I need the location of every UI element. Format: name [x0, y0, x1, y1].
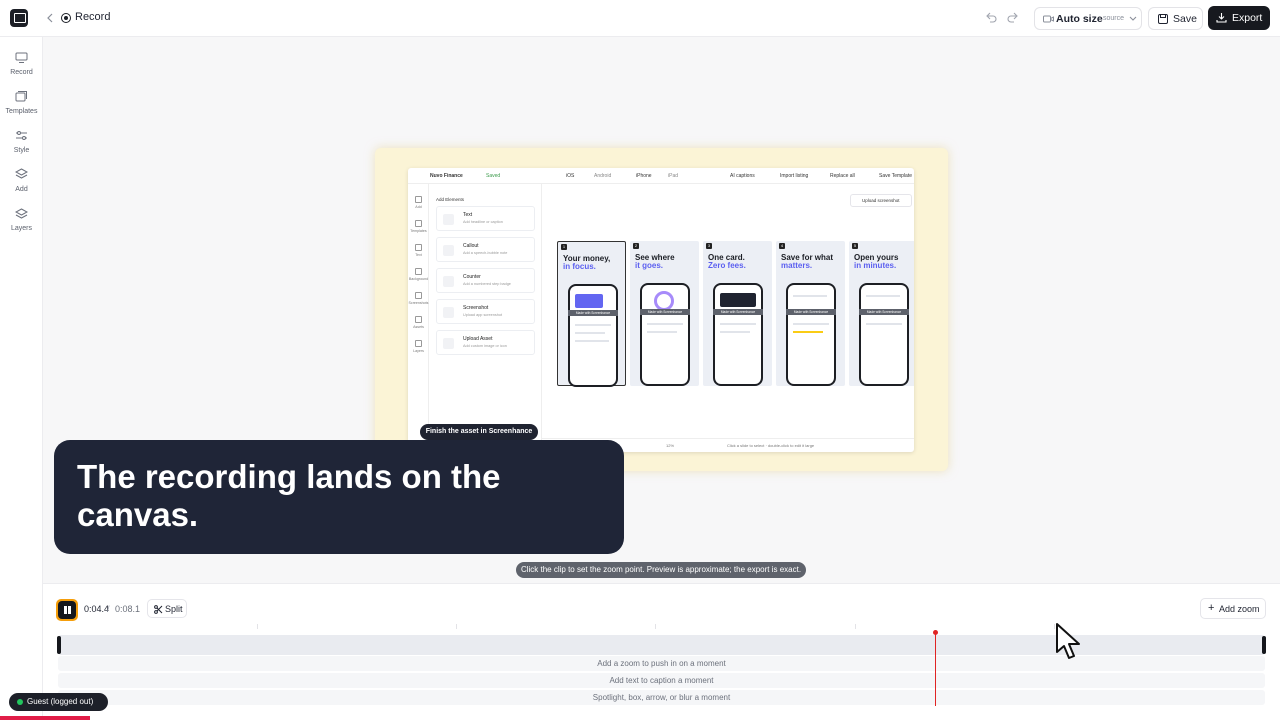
save-label: Save [1173, 13, 1197, 25]
preview-project-name: Nuvo Finance [430, 173, 463, 179]
time-separator: / [107, 604, 110, 614]
monitor-icon [15, 52, 28, 63]
preview-screenshot-card: 3 One card. Zero fees. Made with Screenha… [703, 241, 772, 386]
page-title: Record [75, 11, 111, 23]
preview-rail: Add Templates Text Background Screenshot… [408, 184, 429, 452]
total-time: 0:08.1 [115, 604, 141, 614]
rail-label: Add [15, 186, 28, 193]
rail-label: Templates [5, 108, 38, 115]
playhead-knob[interactable] [933, 630, 938, 635]
playhead[interactable] [935, 634, 936, 706]
top-bar: Record Auto size source Save Export [0, 0, 1280, 37]
templates-icon [15, 91, 27, 102]
zoom-hint-tooltip: Click the clip to set the zoom point. Pr… [516, 562, 806, 578]
preview-status: Saved [486, 173, 501, 179]
preview-element-card: Upload Asset Add custom image or icon [436, 330, 535, 355]
preview-rail-item: Add [408, 196, 429, 209]
current-time: 0:04.4 [84, 604, 110, 614]
preview-device: iPad [668, 173, 679, 179]
preview-platform: iOS [566, 173, 575, 179]
preview-panel-title: Add Elements [436, 197, 465, 202]
size-sub-label: source [1103, 15, 1125, 22]
video-camera-icon [1043, 15, 1054, 23]
caption-overlay: The recording lands on the canvas. [54, 440, 624, 554]
split-button[interactable]: Split [147, 599, 187, 618]
rail-label: Layers [10, 225, 32, 232]
preview-action: AI captions [730, 173, 755, 179]
annotation-lane[interactable]: Spotlight, box, arrow, or blur a moment [58, 690, 1265, 705]
preview-element-card: Counter Add a numbered step badge [436, 268, 535, 293]
preview-element-card: Screenshot Upload app screenshot [436, 299, 535, 324]
rail-label: Record [10, 69, 33, 76]
preview-action: Import listing [780, 173, 809, 179]
caption-text: The recording lands on the canvas. [77, 458, 501, 533]
preview-element-card: Callout Add a speech-bubble note [436, 237, 535, 262]
preview-action: Replace all [830, 173, 855, 179]
clip-start-handle[interactable] [57, 636, 61, 654]
preview-rail-item: Background [408, 268, 429, 281]
save-button[interactable]: Save [1148, 7, 1203, 30]
layers-plus-icon [15, 168, 28, 179]
timeline-panel: 0:04.4 / 0:08.1 Split + Add zoom Add a z… [43, 583, 1280, 720]
preview-device: iPhone [636, 173, 652, 179]
preview-upload-button: Upload screenshot [850, 194, 912, 207]
undo-icon[interactable] [985, 11, 998, 24]
user-status-label: Guest (logged out) [27, 697, 94, 706]
preview-screenshot-card: 1 Your money, in focus. Made with Screenh… [557, 241, 626, 387]
size-label: Auto size [1056, 13, 1103, 25]
scissors-icon [154, 605, 163, 614]
rail-item-layers[interactable]: Layers [0, 207, 43, 241]
add-zoom-label: Add zoom [1219, 604, 1260, 614]
page-progress-bar [0, 716, 90, 720]
preview-platform: Android [594, 173, 612, 179]
rail-item-templates[interactable]: Templates [0, 90, 43, 124]
preview-zoom: 12% [666, 443, 675, 448]
rail-item-record[interactable]: Record [0, 51, 43, 85]
preview-rail-item: Templates [408, 220, 429, 233]
add-zoom-button[interactable]: + Add zoom [1200, 598, 1266, 619]
layers-icon [15, 208, 28, 219]
clip-end-handle[interactable] [1262, 636, 1266, 654]
preview-screenshot-card: 2 See where it goes. Made with Screenhanc… [630, 241, 699, 386]
recorded-app-preview[interactable]: Nuvo Finance Saved iOS Android iPhone iP… [408, 168, 914, 452]
sliders-icon [16, 131, 27, 140]
preview-screenshot-card: 5 Open yours in minutes. Made with Screen… [849, 241, 914, 386]
finish-asset-pill[interactable]: Finish the asset in Screenhance [420, 424, 538, 440]
left-rail: Record Templates Style Add Layers [0, 37, 43, 720]
preview-element-card: Text Add headline or caption [436, 206, 535, 231]
split-label: Split [165, 604, 183, 614]
export-button[interactable]: Export [1208, 6, 1270, 30]
rail-item-style[interactable]: Style [0, 129, 43, 163]
text-lane[interactable]: Add text to caption a moment [58, 673, 1265, 688]
rail-item-add[interactable]: Add [0, 168, 43, 202]
app-logo-icon[interactable] [10, 9, 28, 27]
pause-button[interactable] [56, 599, 78, 621]
plus-icon: + [1208, 602, 1215, 614]
mouse-cursor-icon [1056, 623, 1080, 659]
record-icon [61, 13, 71, 23]
user-status-badge[interactable]: Guest (logged out) [9, 693, 108, 711]
preview-rail-item: Text [408, 244, 429, 257]
save-icon [1158, 14, 1168, 24]
preview-rail-item: Layers [408, 340, 429, 353]
size-dropdown[interactable]: Auto size source [1034, 7, 1142, 30]
chevron-left-icon[interactable] [46, 11, 54, 25]
preview-screenshot-card: 4 Save for what matters. Made with Screen… [776, 241, 845, 386]
download-icon [1216, 13, 1227, 23]
export-label: Export [1232, 12, 1263, 24]
preview-bottom-hint: Click a slide to select · double-click t… [727, 443, 815, 448]
preview-rail-item: Screenshots [408, 292, 429, 305]
preview-action: Save Template [879, 173, 912, 179]
rail-label: Style [13, 147, 30, 154]
preview-rail-item: Assets [408, 316, 429, 329]
preview-elements-panel: Add Elements Text Add headline or caption… [429, 184, 542, 452]
status-dot-icon [17, 699, 23, 705]
preview-toolbar: Nuvo Finance Saved iOS Android iPhone iP… [408, 168, 914, 184]
chevron-down-icon [1129, 16, 1137, 21]
redo-icon[interactable] [1006, 11, 1019, 24]
